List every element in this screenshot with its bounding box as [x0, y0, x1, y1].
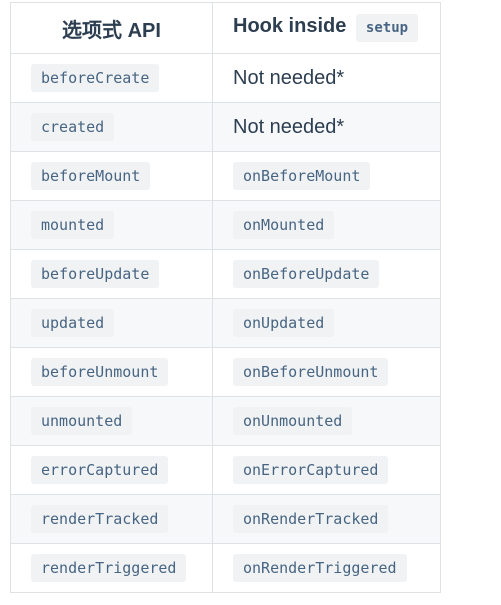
option-api-code: beforeUnmount: [31, 358, 169, 386]
table-row: created Not needed*: [10, 102, 441, 152]
hook-cell: onRenderTriggered: [212, 543, 441, 593]
table-row: unmounted onUnmounted: [10, 396, 441, 446]
hook-code: onRenderTriggered: [233, 554, 407, 582]
option-cell: beforeUnmount: [10, 347, 213, 397]
hook-code: onBeforeMount: [233, 162, 371, 190]
option-cell: renderTriggered: [10, 543, 213, 593]
table-row: beforeMount onBeforeMount: [10, 151, 441, 201]
table-body: beforeCreate Not needed* created Not needed…: [10, 53, 441, 593]
option-api-code: unmounted: [31, 407, 133, 435]
table-row: beforeCreate Not needed*: [10, 53, 441, 103]
header-hook-inside-setup: Hook inside setup: [212, 2, 441, 54]
hook-code: onRenderTracked: [233, 505, 389, 533]
option-api-code: updated: [31, 309, 115, 337]
hook-cell: onRenderTracked: [212, 494, 441, 544]
hook-cell: onErrorCaptured: [212, 445, 441, 495]
option-cell: updated: [10, 298, 213, 348]
option-api-code: beforeMount: [31, 162, 151, 190]
hook-cell: onUpdated: [212, 298, 441, 348]
lifecycle-hooks-table: 选项式 API Hook inside setup beforeCreate No…: [10, 2, 441, 593]
hook-code: onErrorCaptured: [233, 456, 389, 484]
hook-cell: onMounted: [212, 200, 441, 250]
hook-cell: onBeforeUpdate: [212, 249, 441, 299]
option-api-code: renderTracked: [31, 505, 169, 533]
option-cell: renderTracked: [10, 494, 213, 544]
table-row: beforeUpdate onBeforeUpdate: [10, 249, 441, 299]
option-cell: errorCaptured: [10, 445, 213, 495]
option-api-code: beforeUpdate: [31, 260, 160, 288]
option-api-code: beforeCreate: [31, 64, 160, 92]
header-setup-code: setup: [355, 14, 419, 42]
hook-cell: onUnmounted: [212, 396, 441, 446]
table-row: renderTriggered onRenderTriggered: [10, 543, 441, 593]
option-cell: beforeUpdate: [10, 249, 213, 299]
header-options-api-label: 选项式 API: [62, 19, 161, 42]
hook-cell: Not needed*: [212, 102, 441, 152]
header-options-api: 选项式 API: [10, 2, 213, 54]
table-row: mounted onMounted: [10, 200, 441, 250]
option-cell: unmounted: [10, 396, 213, 446]
option-cell: mounted: [10, 200, 213, 250]
hook-cell: Not needed*: [212, 53, 441, 103]
table-row: updated onUpdated: [10, 298, 441, 348]
hook-code: onUpdated: [233, 309, 335, 337]
header-row: 选项式 API Hook inside setup: [10, 2, 441, 54]
hook-cell: onBeforeMount: [212, 151, 441, 201]
hook-code: onBeforeUpdate: [233, 260, 380, 288]
table-row: beforeUnmount onBeforeUnmount: [10, 347, 441, 397]
hook-cell: onBeforeUnmount: [212, 347, 441, 397]
hook-text: Not needed*: [233, 115, 345, 138]
option-api-code: errorCaptured: [31, 456, 169, 484]
table-header: 选项式 API Hook inside setup: [10, 2, 441, 54]
option-cell: created: [10, 102, 213, 152]
option-cell: beforeMount: [10, 151, 213, 201]
option-cell: beforeCreate: [10, 53, 213, 103]
hook-text: Not needed*: [233, 66, 345, 89]
option-api-code: created: [31, 113, 115, 141]
option-api-code: renderTriggered: [31, 554, 187, 582]
table-row: errorCaptured onErrorCaptured: [10, 445, 441, 495]
table-row: renderTracked onRenderTracked: [10, 494, 441, 544]
header-hook-inside-label: Hook inside: [233, 15, 347, 37]
hook-code: onUnmounted: [233, 407, 353, 435]
hook-code: onMounted: [233, 211, 335, 239]
hook-code: onBeforeUnmount: [233, 358, 389, 386]
option-api-code: mounted: [31, 211, 115, 239]
